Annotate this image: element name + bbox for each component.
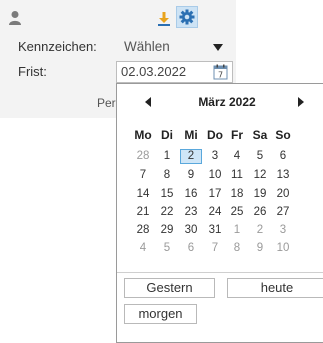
calendar-day[interactable]: 30 [180, 223, 202, 238]
kennzeichen-select[interactable]: Wählen [124, 39, 170, 54]
calendar-day[interactable]: 28 [132, 149, 154, 164]
month-title[interactable]: März 2022 [177, 95, 277, 109]
calendar-day[interactable]: 13 [272, 168, 294, 183]
weekday-header: Do [207, 128, 223, 142]
calendar-day[interactable]: 11 [226, 168, 248, 183]
calendar-day[interactable]: 6 [272, 149, 294, 164]
calendar-day[interactable]: 9 [249, 241, 271, 256]
tomorrow-button[interactable]: morgen [124, 304, 197, 324]
weekday-header: Di [161, 128, 173, 142]
svg-text:7: 7 [218, 71, 223, 80]
yesterday-button[interactable]: Gestern [124, 278, 215, 298]
next-month-icon[interactable] [298, 97, 304, 107]
calendar-day[interactable]: 8 [156, 168, 178, 183]
calendar-day[interactable]: 7 [204, 241, 226, 256]
frist-date-value[interactable]: 02.03.2022 [121, 64, 186, 79]
user-icon[interactable] [8, 10, 22, 26]
calendar-day[interactable]: 9 [180, 168, 202, 183]
calendar-day[interactable]: 7 [132, 168, 154, 183]
calendar-day[interactable]: 20 [272, 187, 294, 202]
gear-icon[interactable] [176, 6, 198, 28]
calendar-day[interactable]: 21 [132, 205, 154, 220]
calendar-day[interactable]: 22 [156, 205, 178, 220]
calendar-day[interactable]: 24 [204, 205, 226, 220]
weekday-header: Fr [231, 128, 243, 142]
calendar-day[interactable]: 25 [226, 205, 248, 220]
calendar-day[interactable]: 5 [249, 149, 271, 164]
frist-date-input[interactable]: 02.03.2022 7 [116, 61, 233, 83]
calendar-day[interactable]: 14 [132, 187, 154, 202]
calendar-day[interactable]: 4 [132, 241, 154, 256]
calendar-day[interactable]: 29 [156, 223, 178, 238]
truncated-label: Per [97, 96, 116, 110]
calendar-day[interactable]: 10 [272, 241, 294, 256]
calendar-day[interactable]: 18 [226, 187, 248, 202]
weekday-header: Mo [134, 128, 152, 142]
calendar-icon[interactable]: 7 [213, 64, 228, 80]
frist-label: Frist: [18, 64, 47, 79]
calendar-day[interactable]: 17 [204, 187, 226, 202]
previous-month-icon[interactable] [145, 97, 151, 107]
weekday-header: So [275, 128, 291, 142]
calendar-day[interactable]: 1 [156, 149, 178, 164]
calendar-day[interactable]: 2 [249, 223, 271, 238]
calendar-day[interactable]: 16 [180, 187, 202, 202]
kennzeichen-label: Kennzeichen: [18, 39, 97, 54]
divider [117, 272, 323, 273]
calendar-day[interactable]: 3 [204, 149, 226, 164]
calendar-day[interactable]: 12 [249, 168, 271, 183]
calendar-day[interactable]: 27 [272, 205, 294, 220]
calendar-day[interactable]: 3 [272, 223, 294, 238]
date-picker-popup: März 2022 Mo Di Mi Do Fr Sa So 28 1 2 3 4 5 6 7 8 9 10 11 1… [116, 83, 323, 343]
download-icon[interactable] [157, 11, 171, 27]
calendar-day[interactable]: 4 [226, 149, 248, 164]
calendar-day[interactable]: 1 [226, 223, 248, 238]
calendar-day[interactable]: 26 [249, 205, 271, 220]
calendar-day[interactable]: 23 [180, 205, 202, 220]
calendar-day[interactable]: 2 [180, 149, 202, 164]
calendar-day[interactable]: 5 [156, 241, 178, 256]
calendar-day[interactable]: 28 [132, 223, 154, 238]
calendar-day[interactable]: 31 [204, 223, 226, 238]
weekday-header: Mi [184, 128, 198, 142]
weekday-header: Sa [252, 128, 268, 142]
today-button[interactable]: heute [227, 278, 323, 298]
chevron-down-icon[interactable] [213, 44, 223, 51]
calendar-day[interactable]: 10 [204, 168, 226, 183]
calendar-day[interactable]: 6 [180, 241, 202, 256]
calendar-day[interactable]: 8 [226, 241, 248, 256]
calendar-day[interactable]: 15 [156, 187, 178, 202]
calendar-day[interactable]: 19 [249, 187, 271, 202]
